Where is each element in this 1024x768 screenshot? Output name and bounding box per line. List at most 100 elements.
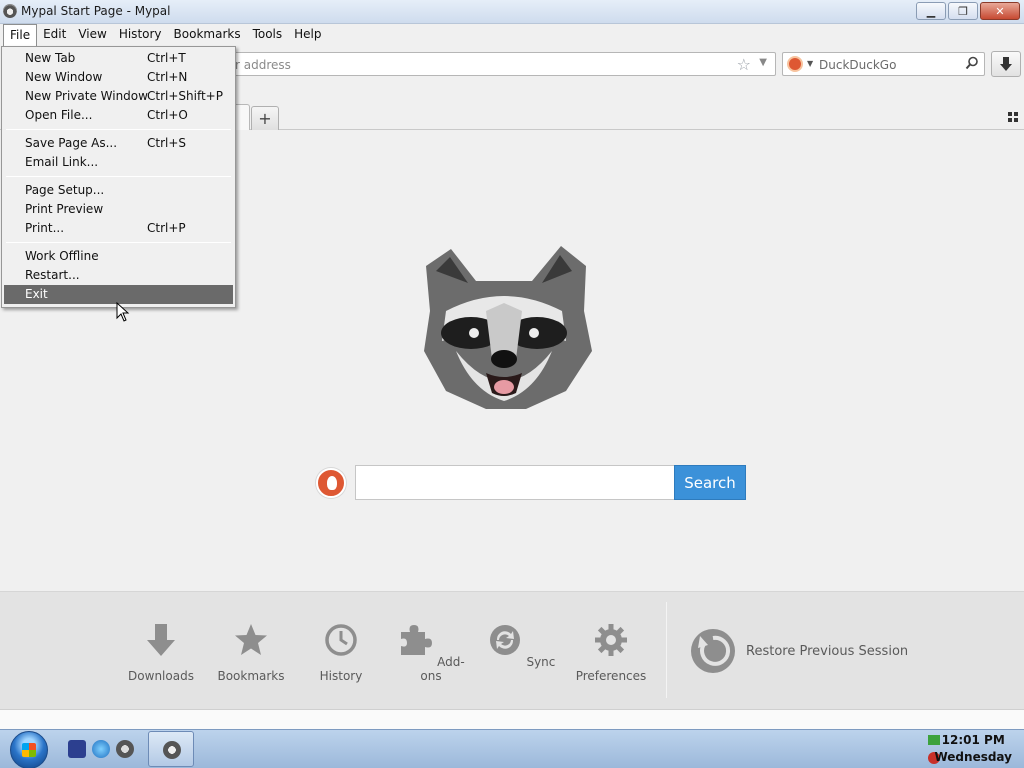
search-bar-placeholder: DuckDuckGo <box>819 58 897 72</box>
file-menu-item-label: New Tab <box>25 51 76 65</box>
file-menu-item-label: Print Preview <box>25 202 104 216</box>
menu-separator <box>6 242 231 243</box>
file-menu-item-shortcut: Ctrl+P <box>147 221 186 235</box>
menu-bookmarks[interactable]: Bookmarks <box>168 24 247 46</box>
mypal-taskbar-icon <box>163 741 181 759</box>
file-menu-item-label: Restart... <box>25 268 80 282</box>
restore-icon: ❐ <box>958 4 968 18</box>
file-menu-item[interactable]: Restart... <box>4 266 233 285</box>
menu-edit[interactable]: Edit <box>37 24 72 46</box>
menu-view[interactable]: View <box>72 24 112 46</box>
file-menu-item-label: Open File... <box>25 108 93 122</box>
tab-groups-icon[interactable] <box>1008 112 1018 122</box>
start-page-search: Search <box>316 465 756 501</box>
system-tray: 12:01 PM Wednesday <box>924 730 1024 768</box>
file-menu-item[interactable]: New Private Window Ctrl+Shift+P <box>4 87 233 106</box>
clock-day: Wednesday <box>934 750 1012 764</box>
url-history-dropdown-icon[interactable]: ▼ <box>759 57 767 68</box>
windows-taskbar: 12:01 PM Wednesday <box>0 729 1024 768</box>
restore-session-label: Restore Previous Session <box>746 643 909 659</box>
menu-separator <box>6 176 231 177</box>
taskbar-mypal-window[interactable] <box>148 731 194 767</box>
file-menu-item-label: Exit <box>25 287 48 301</box>
search-icon[interactable] <box>965 56 979 70</box>
mypal-quicklaunch-icon[interactable] <box>116 740 134 758</box>
restore-session-button[interactable]: Restore Previous Session <box>690 628 908 674</box>
launcher-preferences[interactable]: Preferences <box>571 622 651 683</box>
file-menu-item-label: New Window <box>25 70 103 84</box>
menu-bar: File Edit View History Bookmarks Tools H… <box>0 24 1024 47</box>
menu-help[interactable]: Help <box>288 24 327 46</box>
launcher-label: Preferences <box>575 669 647 683</box>
sync-icon <box>489 625 520 655</box>
file-menu-item[interactable]: New Tab Ctrl+T <box>4 49 233 68</box>
start-button[interactable] <box>10 731 48 768</box>
clock-time: 12:01 PM <box>941 733 1005 747</box>
duckduckgo-logo-icon <box>316 468 346 498</box>
quicklaunch-app-icon[interactable] <box>68 740 86 758</box>
duckduckgo-engine-icon[interactable] <box>787 56 803 72</box>
minimize-button[interactable]: ▁ <box>916 2 946 20</box>
file-menu-item-shortcut: Ctrl+N <box>147 70 188 84</box>
file-menu-item-label: Email Link... <box>25 155 99 169</box>
gear-icon <box>595 624 627 656</box>
launcher-bar: Downloads Bookmarks History Add-ons Sync <box>0 591 1024 709</box>
file-menu-item[interactable]: New Window Ctrl+N <box>4 68 233 87</box>
launcher-sync[interactable]: Sync <box>481 622 561 669</box>
download-icon <box>147 624 175 656</box>
close-icon: ✕ <box>995 4 1005 18</box>
status-bar <box>0 709 1024 729</box>
file-menu-item-label: New Private Window <box>25 89 148 103</box>
star-icon <box>235 624 267 655</box>
file-menu-item[interactable]: Work Offline <box>4 247 233 266</box>
url-placeholder: r address <box>235 58 291 72</box>
file-menu-item[interactable]: Page Setup... <box>4 181 233 200</box>
menu-history[interactable]: History <box>113 24 168 46</box>
file-menu-item-label: Page Setup... <box>25 183 105 197</box>
url-bar[interactable]: r address ☆ ▼ <box>230 52 776 76</box>
launcher-addons[interactable]: Add-ons <box>391 622 471 683</box>
launcher-label: Downloads <box>128 669 194 683</box>
launcher-label: Bookmarks <box>217 669 285 683</box>
file-menu-dropdown: New Tab Ctrl+T New Window Ctrl+N New Private… <box>1 46 236 308</box>
window-title: Mypal Start Page - Mypal <box>21 4 171 18</box>
file-menu-item[interactable]: Print... Ctrl+P <box>4 219 233 238</box>
window-controls: ▁ ❐ ✕ <box>916 2 1020 20</box>
raccoon-mascot-image <box>424 246 592 409</box>
file-menu-item-label: Save Page As... <box>25 136 118 150</box>
clock[interactable]: 12:01 PM Wednesday <box>934 732 1012 766</box>
new-tab-button[interactable]: + <box>251 106 279 130</box>
mouse-cursor-icon <box>116 302 130 322</box>
file-menu-item-shortcut: Ctrl+O <box>147 108 188 122</box>
launcher-downloads[interactable]: Downloads <box>121 622 201 683</box>
file-menu-item[interactable]: Email Link... <box>4 153 233 172</box>
menu-tools[interactable]: Tools <box>247 24 289 46</box>
title-bar: Mypal Start Page - Mypal ▁ ❐ ✕ <box>0 0 1024 24</box>
launcher-label: History <box>319 669 363 683</box>
maximize-button[interactable]: ❐ <box>948 2 978 20</box>
engine-dropdown-icon[interactable]: ▼ <box>807 59 813 68</box>
menu-file[interactable]: File <box>3 24 38 47</box>
download-arrow-icon <box>1000 57 1012 71</box>
launcher-label: Sync <box>526 655 556 669</box>
search-bar[interactable]: ▼ DuckDuckGo <box>782 52 985 76</box>
launcher-label: Add-ons <box>420 655 465 683</box>
close-button[interactable]: ✕ <box>980 2 1020 20</box>
mypal-app-icon[interactable] <box>3 4 17 18</box>
bookmark-star-icon[interactable]: ☆ <box>737 55 751 74</box>
menu-separator <box>6 129 231 130</box>
start-page-search-button[interactable]: Search <box>674 465 746 500</box>
file-menu-item[interactable]: Open File... Ctrl+O <box>4 106 233 125</box>
launcher-bookmarks[interactable]: Bookmarks <box>211 622 291 683</box>
restore-session-icon <box>691 629 735 673</box>
start-page-search-input[interactable] <box>355 465 675 500</box>
file-menu-item[interactable]: Print Preview <box>4 200 233 219</box>
launcher-history[interactable]: History <box>301 622 381 683</box>
downloads-button[interactable] <box>991 51 1021 77</box>
minimize-icon: ▁ <box>926 4 936 18</box>
plus-icon: + <box>258 109 272 128</box>
file-menu-item-label: Print... <box>25 221 65 235</box>
internet-explorer-icon[interactable] <box>92 740 110 758</box>
file-menu-item[interactable]: Save Page As... Ctrl+S <box>4 134 233 153</box>
puzzle-icon <box>401 625 433 655</box>
